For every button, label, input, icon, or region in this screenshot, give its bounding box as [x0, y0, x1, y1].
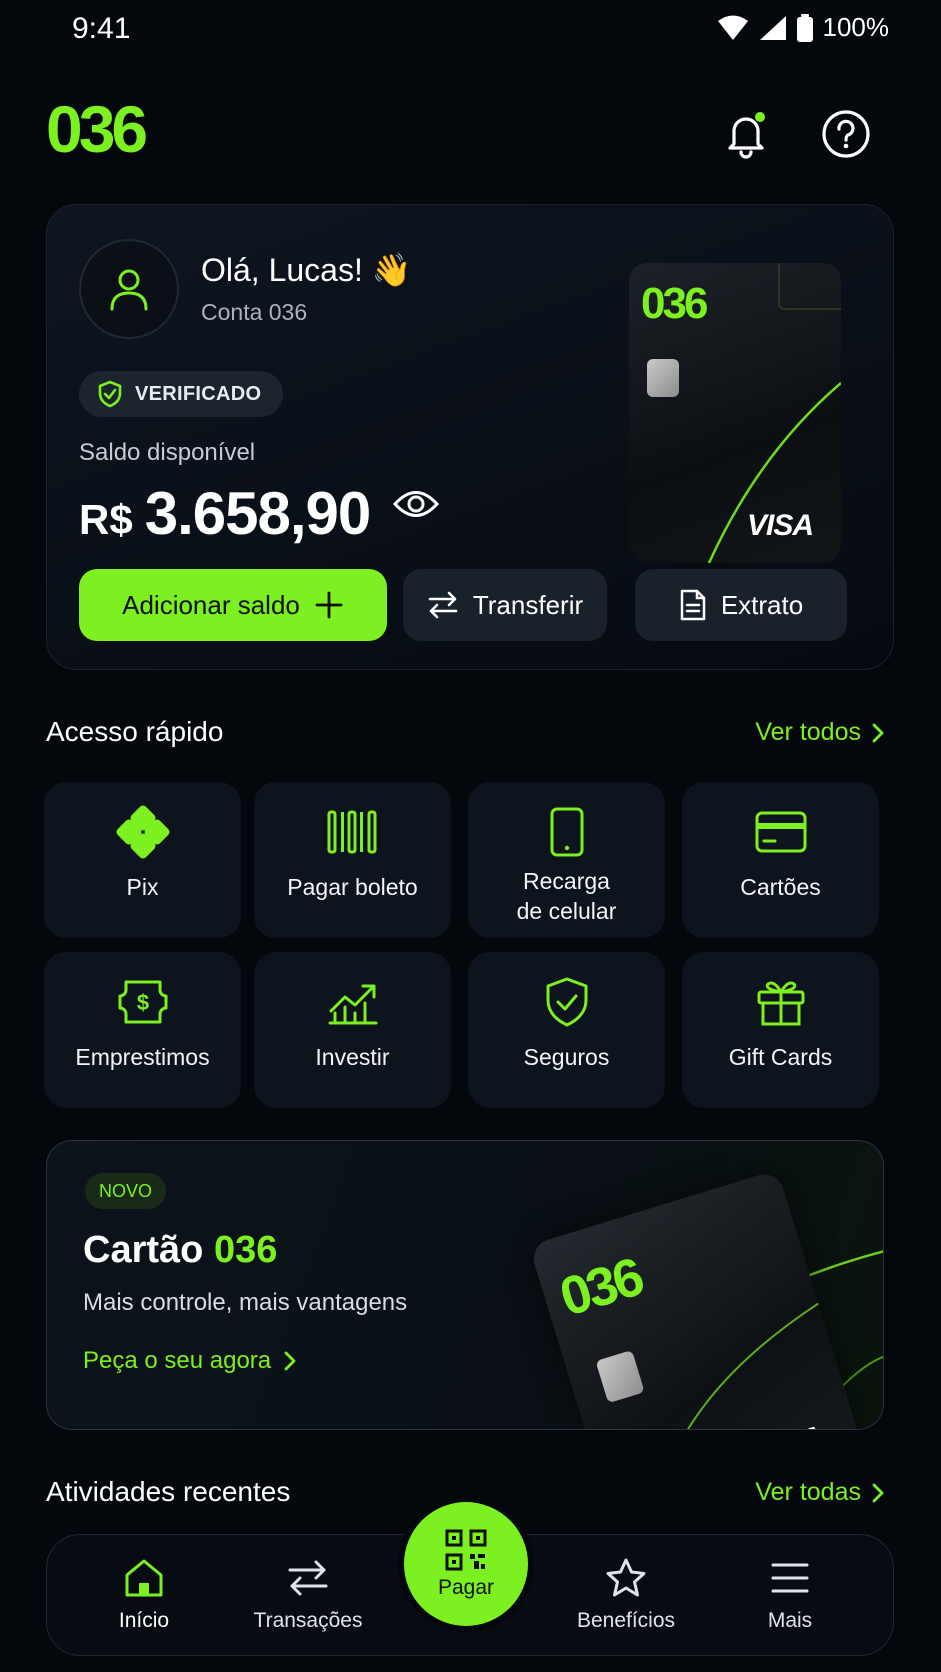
- shield-check-icon: [98, 380, 122, 408]
- verified-badge: VERIFICADO: [79, 371, 284, 417]
- new-badge: NOVO: [85, 1173, 167, 1209]
- avatar[interactable]: [79, 239, 179, 339]
- account-subtitle: Conta 036: [201, 299, 308, 325]
- chevron-right-icon: [284, 1351, 296, 1371]
- help-icon: [822, 110, 870, 158]
- promo-subtitle: Mais controle, mais vantagens: [83, 1289, 408, 1316]
- card-icon: [753, 806, 809, 858]
- nav-transacoes[interactable]: Transações: [233, 1557, 383, 1633]
- greeting: Olá, Lucas! 👋: [201, 252, 412, 288]
- plus-icon: [315, 591, 343, 619]
- balance: R$ 3.658,90: [79, 479, 372, 548]
- bell-icon: [728, 112, 765, 159]
- quick-cartoes[interactable]: Cartões: [682, 782, 879, 938]
- quick-item-label: Gift Cards: [728, 1044, 833, 1070]
- star-icon: [606, 1558, 646, 1597]
- menu-icon: [771, 1563, 809, 1593]
- see-all-label: Ver todos: [755, 718, 861, 746]
- chevron-right-icon: [872, 723, 884, 742]
- quick-item-label: Pix: [126, 874, 159, 900]
- statement-button[interactable]: Extrato: [635, 569, 847, 641]
- quick-access-title: Acesso rápido: [46, 716, 224, 747]
- help-button[interactable]: [816, 104, 876, 164]
- user-icon: [110, 269, 148, 311]
- svg-text:$: $: [136, 990, 148, 1015]
- balance-label: Saldo disponível: [79, 439, 256, 466]
- add-balance-label: Adicionar saldo: [122, 589, 300, 620]
- add-balance-button[interactable]: Adicionar saldo: [79, 569, 387, 641]
- card-logo: 036: [641, 279, 708, 328]
- promo-title: Cartão 036: [83, 1229, 277, 1272]
- chevron-right-icon: [872, 1483, 884, 1502]
- notifications-button[interactable]: [716, 104, 776, 164]
- barcode-icon: [325, 806, 381, 858]
- promo-title-highlight: 036: [213, 1229, 278, 1271]
- home-icon: [125, 1559, 163, 1597]
- quick-boleto[interactable]: Pagar boleto: [254, 782, 451, 938]
- quick-gift-cards[interactable]: Gift Cards: [682, 952, 879, 1108]
- see-all-label: Ver todas: [755, 1478, 861, 1506]
- nav-label: Benefícios: [576, 1609, 676, 1632]
- quick-item-label: Investir: [315, 1044, 390, 1070]
- nav-inicio[interactable]: Início: [69, 1557, 219, 1633]
- status-bar: 9:41 100%: [0, 0, 941, 58]
- signal-icon: [759, 15, 786, 40]
- pix-icon: [115, 805, 171, 859]
- app-logo: 036: [46, 92, 148, 166]
- document-icon: [680, 589, 706, 621]
- account-card: Olá, Lucas! 👋 Conta 036 VERIFICADO Saldo…: [46, 204, 894, 670]
- promo-title-text: Cartão: [83, 1229, 204, 1271]
- promo-cta-label: Peça o seu agora: [83, 1347, 272, 1374]
- battery-percent: 100%: [822, 12, 890, 42]
- quick-emprestimos[interactable]: $ Emprestimos: [44, 952, 241, 1108]
- recent-activities-title: Atividades recentes: [46, 1476, 291, 1507]
- quick-item-label: Emprestimos: [75, 1044, 210, 1070]
- nav-beneficios[interactable]: Benefícios: [551, 1557, 701, 1633]
- transfer-label: Transferir: [472, 589, 584, 620]
- balance-currency: R$: [79, 496, 133, 543]
- nav-label: Transações: [253, 1609, 363, 1632]
- loan-icon: $: [115, 976, 171, 1028]
- card-chip-icon: [647, 359, 679, 397]
- nav-label: Mais: [767, 1609, 813, 1632]
- nav-pagar-button[interactable]: Pagar: [404, 1502, 528, 1626]
- quick-item-label: Seguros: [523, 1044, 610, 1070]
- promo-cta-link[interactable]: Peça o seu agora: [83, 1347, 297, 1375]
- eye-icon: [392, 491, 440, 517]
- quick-seguros[interactable]: Seguros: [468, 952, 665, 1108]
- shield-icon: [539, 976, 595, 1028]
- card-brand: VISA: [747, 509, 814, 542]
- quick-investir[interactable]: Investir: [254, 952, 451, 1108]
- statement-label: Extrato: [720, 589, 804, 620]
- quick-recarga[interactable]: Recarga de celular: [468, 782, 665, 938]
- status-icons: 100%: [717, 12, 890, 43]
- phone-icon: [539, 806, 595, 858]
- balance-value: 3.658,90: [144, 480, 372, 547]
- transfer-button[interactable]: Transferir: [403, 569, 607, 641]
- quick-access-see-all[interactable]: Ver todos: [755, 718, 885, 747]
- quick-item-label: Pagar boleto: [287, 874, 418, 900]
- quick-pix[interactable]: Pix: [44, 782, 241, 938]
- quick-item-label: Cartões: [740, 874, 821, 900]
- wifi-icon: [717, 15, 748, 40]
- battery-icon: [796, 13, 813, 42]
- qr-icon: [445, 1529, 487, 1571]
- quick-item-label: Recarga de celular: [516, 868, 617, 924]
- chart-icon: [325, 976, 381, 1028]
- recent-see-all[interactable]: Ver todas: [755, 1478, 885, 1507]
- nav-label: Pagar: [437, 1576, 495, 1599]
- transfer-icon: [288, 1560, 328, 1596]
- verified-label: VERIFICADO: [135, 382, 262, 405]
- nav-mais[interactable]: Mais: [715, 1557, 865, 1633]
- toggle-balance-button[interactable]: [392, 487, 440, 526]
- promo-banner[interactable]: NOVO Cartão 036 Mais controle, mais vant…: [46, 1140, 884, 1430]
- gift-icon: [753, 976, 809, 1028]
- transfer-arrows-icon: [428, 591, 458, 619]
- status-time: 9:41: [72, 12, 131, 45]
- nav-label: Início: [118, 1609, 170, 1632]
- credit-card-preview[interactable]: 036 VISA: [629, 263, 841, 563]
